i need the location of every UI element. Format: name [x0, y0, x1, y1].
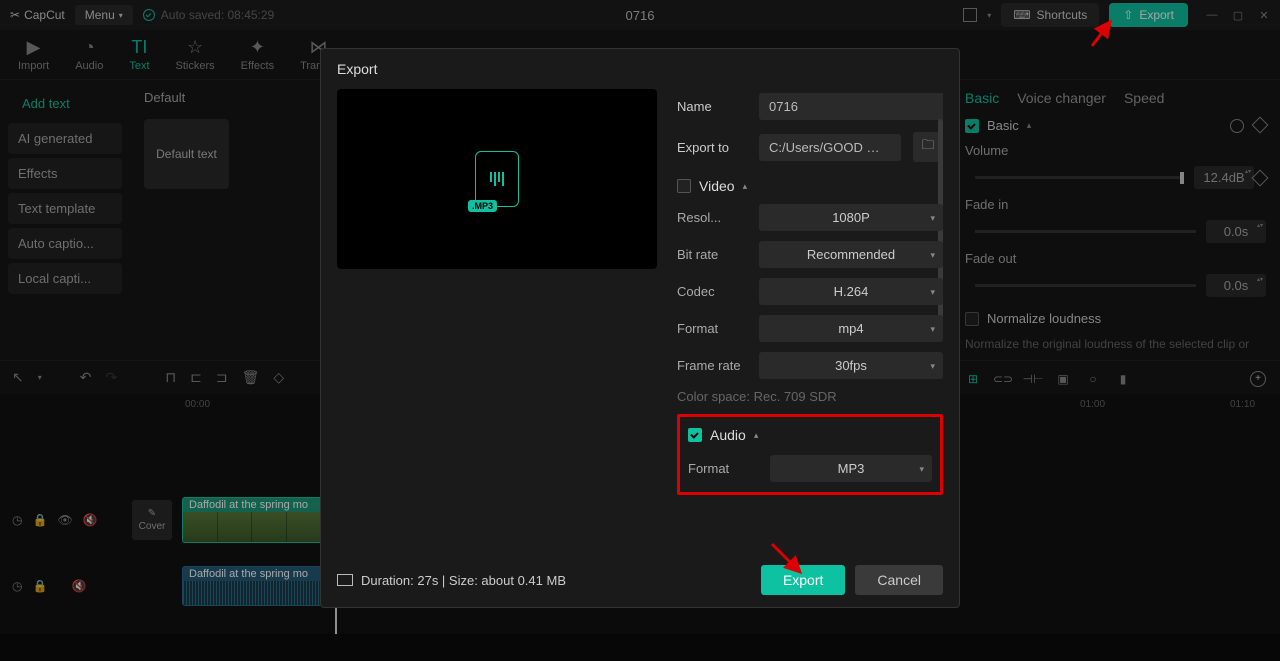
footer-info: Duration: 27s | Size: about 0.41 MB	[337, 573, 566, 588]
colorspace-text: Color space: Rec. 709 SDR	[677, 389, 943, 404]
select-value: H.264	[834, 284, 869, 299]
video-checkbox[interactable]	[677, 179, 691, 193]
mp3-badge: .MP3	[468, 200, 497, 212]
chevron-down-icon: ▾	[930, 213, 935, 224]
format-label: Format	[677, 321, 747, 336]
bitrate-select[interactable]: Recommended ▾	[759, 241, 943, 268]
collapse-icon: ▴	[754, 430, 759, 441]
audio-checkbox[interactable]	[688, 428, 702, 442]
bitrate-label: Bit rate	[677, 247, 747, 262]
name-input[interactable]	[759, 93, 943, 120]
modal-title: Export	[321, 49, 959, 89]
resolution-row: Resol... 1080P ▾	[677, 204, 943, 231]
audio-format-label: Format	[688, 461, 758, 476]
mp3-file-icon: .MP3	[475, 151, 519, 207]
select-value: 30fps	[835, 358, 867, 373]
codec-row: Codec H.264 ▾	[677, 278, 943, 305]
modal-footer: Duration: 27s | Size: about 0.41 MB Expo…	[321, 553, 959, 607]
audio-format-select[interactable]: MP3 ▾	[770, 455, 932, 482]
resolution-select[interactable]: 1080P ▾	[759, 204, 943, 231]
chevron-down-icon: ▾	[930, 287, 935, 298]
audio-section-highlighted: Audio ▴ Format MP3 ▾	[677, 414, 943, 495]
select-value: 1080P	[832, 210, 870, 225]
export-form: Name Export to C:/Users/GOOD WILL ... 🗀 …	[677, 89, 943, 553]
select-value: MP3	[838, 461, 865, 476]
footer-text: Duration: 27s | Size: about 0.41 MB	[361, 573, 566, 588]
select-value: Recommended	[807, 247, 895, 262]
resolution-label: Resol...	[677, 210, 747, 225]
audio-section-header[interactable]: Audio ▴	[688, 427, 932, 443]
format-row: Format mp4 ▾	[677, 315, 943, 342]
name-label: Name	[677, 99, 747, 114]
framerate-select[interactable]: 30fps ▾	[759, 352, 943, 379]
modal-body: .MP3 Name Export to C:/Users/GOOD WILL .…	[321, 89, 959, 553]
video-section-header[interactable]: Video ▴	[677, 178, 943, 194]
chevron-down-icon: ▾	[930, 250, 935, 261]
codec-label: Codec	[677, 284, 747, 299]
film-icon	[337, 574, 353, 586]
video-label: Video	[699, 178, 735, 194]
chevron-down-icon: ▾	[919, 464, 924, 475]
export-preview: .MP3	[337, 89, 657, 269]
codec-select[interactable]: H.264 ▾	[759, 278, 943, 305]
framerate-row: Frame rate 30fps ▾	[677, 352, 943, 379]
select-value: mp4	[838, 321, 863, 336]
chevron-down-icon: ▾	[930, 324, 935, 335]
export-confirm-button[interactable]: Export	[761, 565, 845, 595]
folder-icon: 🗀	[921, 136, 934, 158]
audio-label: Audio	[710, 427, 746, 443]
exportto-path: C:/Users/GOOD WILL ...	[759, 134, 901, 161]
framerate-label: Frame rate	[677, 358, 747, 373]
bitrate-row: Bit rate Recommended ▾	[677, 241, 943, 268]
exportto-row: Export to C:/Users/GOOD WILL ... 🗀	[677, 132, 943, 162]
cancel-button[interactable]: Cancel	[855, 565, 943, 595]
chevron-down-icon: ▾	[930, 361, 935, 372]
exportto-label: Export to	[677, 140, 747, 155]
collapse-icon: ▴	[743, 181, 748, 192]
export-modal: Export .MP3 Name	[320, 48, 960, 608]
name-row: Name	[677, 93, 943, 120]
format-select[interactable]: mp4 ▾	[759, 315, 943, 342]
audio-format-row: Format MP3 ▾	[688, 455, 932, 482]
footer-buttons: Export Cancel	[761, 565, 943, 595]
